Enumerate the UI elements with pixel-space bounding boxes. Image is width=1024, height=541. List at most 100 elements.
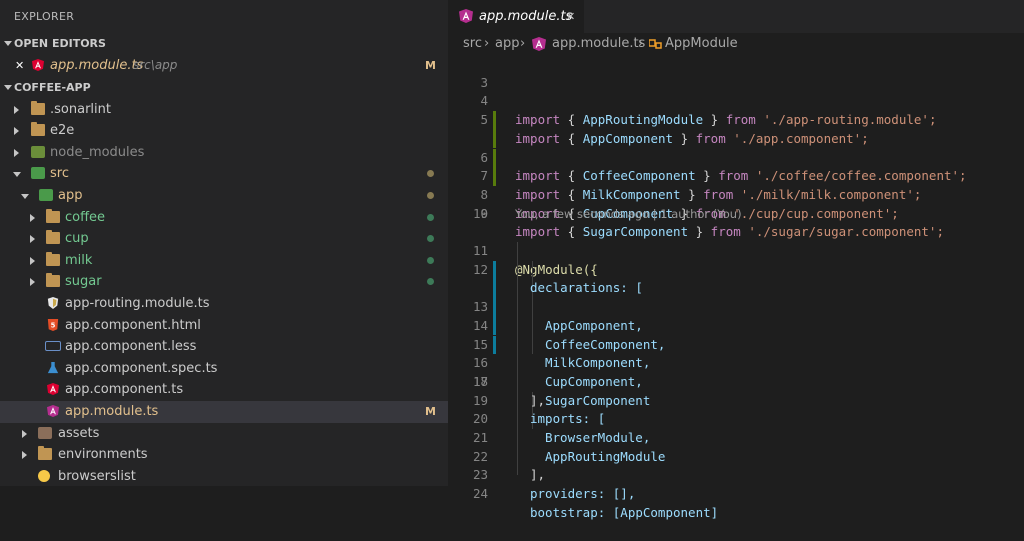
open-editor-item[interactable]: ✕ app.module.ts src\app M — [0, 55, 448, 77]
code-line: 9 import { SugarComponent } from './suga… — [448, 167, 1024, 239]
folder-icon — [46, 251, 60, 266]
tree-item-label: node_modules — [50, 144, 145, 160]
code-line: 11 @NgModule({ — [448, 223, 1024, 277]
untracked-dot — [427, 256, 434, 264]
open-editors-title: OPEN EDITORS — [14, 37, 106, 50]
tree-item-sonarlint[interactable]: .sonarlint — [0, 99, 448, 121]
less-icon — [45, 341, 61, 352]
breadcrumb: src › app › app.module.ts › AppModule — [448, 33, 1024, 55]
breadcrumb-class[interactable]: AppModule — [665, 33, 738, 55]
tree-item-app-component-less[interactable]: app.component.less — [0, 336, 448, 358]
routing-shield-icon — [47, 296, 59, 309]
tree-item-app-routing-module[interactable]: app-routing.module.ts — [0, 293, 448, 315]
folder-icon — [46, 273, 60, 288]
angular-icon — [47, 383, 59, 396]
open-editor-filename: app.module.ts — [50, 58, 144, 73]
breadcrumb-separator: › — [484, 36, 490, 51]
code-line: 16 CupComponent, — [448, 316, 1024, 389]
modified-dot — [427, 191, 434, 199]
tree-item-label: milk — [65, 252, 93, 268]
tree-item-label: coffee — [65, 209, 106, 225]
test-flask-icon — [47, 361, 59, 373]
tree-item-label: src — [50, 166, 69, 182]
open-editor-path: src\app — [133, 58, 178, 72]
project-section[interactable]: COFFEE-APP — [0, 77, 448, 99]
src-folder-icon — [31, 167, 45, 180]
code-line: 15 MilkComponent, — [448, 298, 1024, 370]
tree-item-label: app.component.html — [65, 317, 201, 333]
folder-icon — [46, 208, 60, 223]
tree-item-app-component-html[interactable]: 5 app.component.html — [0, 315, 448, 337]
code-line: 21 AppRoutingModule — [448, 410, 1024, 464]
code-line: 17 SugarComponent — [448, 335, 1024, 408]
modified-gutter-mark — [493, 279, 496, 299]
code-text: bootstrap: [AppComponent] — [530, 504, 719, 520]
chevron-right-icon — [30, 213, 35, 222]
tree-item-app-component-spec[interactable]: app.component.spec.ts — [0, 358, 448, 380]
code-line: 6 import { CoffeeComponent } from './cof… — [448, 111, 1024, 183]
breadcrumb-separator: › — [638, 36, 644, 51]
chevron-right-icon — [30, 278, 35, 287]
modified-gutter-mark — [493, 260, 496, 280]
untracked-dot — [427, 278, 434, 286]
tree-item-browserslist[interactable]: browserslist — [0, 466, 448, 486]
code-line: 4 import { AppRoutingModule } from './ap… — [448, 74, 1024, 127]
tree-item-sugar[interactable]: sugar — [0, 271, 448, 293]
modified-badge: M — [425, 59, 436, 72]
chevron-right-icon — [14, 105, 19, 114]
angular-icon — [459, 9, 473, 23]
close-icon[interactable]: ✕ — [15, 55, 24, 77]
code-line: 14 CoffeeComponent, — [448, 279, 1024, 352]
tree-item-label: app — [58, 187, 83, 203]
chevron-right-icon — [30, 256, 35, 265]
codelens-blame[interactable]: You, a few seconds ago | 1 author (You) — [515, 207, 742, 221]
breadcrumb-separator: › — [520, 36, 526, 51]
code-line: 8 import { CupComponent } from './cup/cu… — [448, 148, 1024, 221]
breadcrumb-src[interactable]: src — [463, 33, 482, 55]
app-folder-icon — [39, 188, 53, 201]
tree-item-app-component-ts[interactable]: app.component.ts — [0, 379, 448, 401]
editor-tab-bar: app.module.ts ✕ — [448, 0, 1024, 33]
tree-item-src[interactable]: src — [0, 163, 448, 185]
added-gutter-mark — [493, 111, 496, 130]
chevron-right-icon — [14, 127, 19, 136]
tree-item-label: app.component.ts — [65, 382, 184, 398]
tree-item-app-module[interactable]: app.module.ts M — [0, 400, 448, 423]
folder-icon — [31, 100, 45, 115]
tree-item-e2e[interactable]: e2e — [0, 120, 448, 142]
modified-dot — [427, 170, 434, 178]
tree-item-label: app.component.spec.ts — [65, 360, 218, 376]
code-editor[interactable]: 3 4 import { AppRoutingModule } from './… — [448, 55, 1024, 520]
open-editors-section[interactable]: OPEN EDITORS — [0, 33, 448, 55]
folder-icon — [46, 230, 60, 245]
added-gutter-mark — [493, 167, 496, 186]
tree-item-label: sugar — [65, 274, 102, 290]
tree-item-cup[interactable]: cup — [0, 228, 448, 250]
tree-item-label: e2e — [50, 123, 75, 139]
chevron-down-icon — [13, 172, 21, 178]
tree-item-node-modules[interactable]: node_modules — [0, 142, 448, 164]
untracked-dot — [427, 235, 434, 243]
modified-gutter-mark — [493, 316, 496, 336]
code-line: 7 import { MilkComponent } from './milk/… — [448, 129, 1024, 202]
breadcrumb-file[interactable]: app.module.ts — [552, 33, 645, 55]
code-line: 20 BrowserModule, — [448, 392, 1024, 445]
tree-item-app[interactable]: app — [0, 185, 448, 207]
tree-item-label: browserslist — [58, 468, 136, 484]
tree-item-label: environments — [58, 447, 148, 463]
tree-item-coffee[interactable]: coffee — [0, 207, 448, 229]
close-icon[interactable]: ✕ — [566, 0, 575, 33]
folder-icon — [38, 446, 52, 461]
code-text: providers: [], — [530, 486, 636, 502]
tab-app-module[interactable]: app.module.ts ✕ — [448, 0, 584, 33]
code-line: 3 — [448, 55, 1024, 90]
tree-item-milk[interactable]: milk — [0, 250, 448, 272]
chevron-down-icon — [21, 193, 29, 199]
tree-item-environments[interactable]: environments — [0, 444, 448, 466]
tree-item-assets[interactable]: assets — [0, 423, 448, 445]
breadcrumb-app[interactable]: app — [495, 33, 519, 55]
tree-item-label: app-routing.module.ts — [65, 295, 210, 311]
tree-item-label: app.module.ts — [65, 403, 159, 419]
added-gutter-mark — [493, 148, 496, 168]
code-line: 10 — [448, 186, 1024, 221]
